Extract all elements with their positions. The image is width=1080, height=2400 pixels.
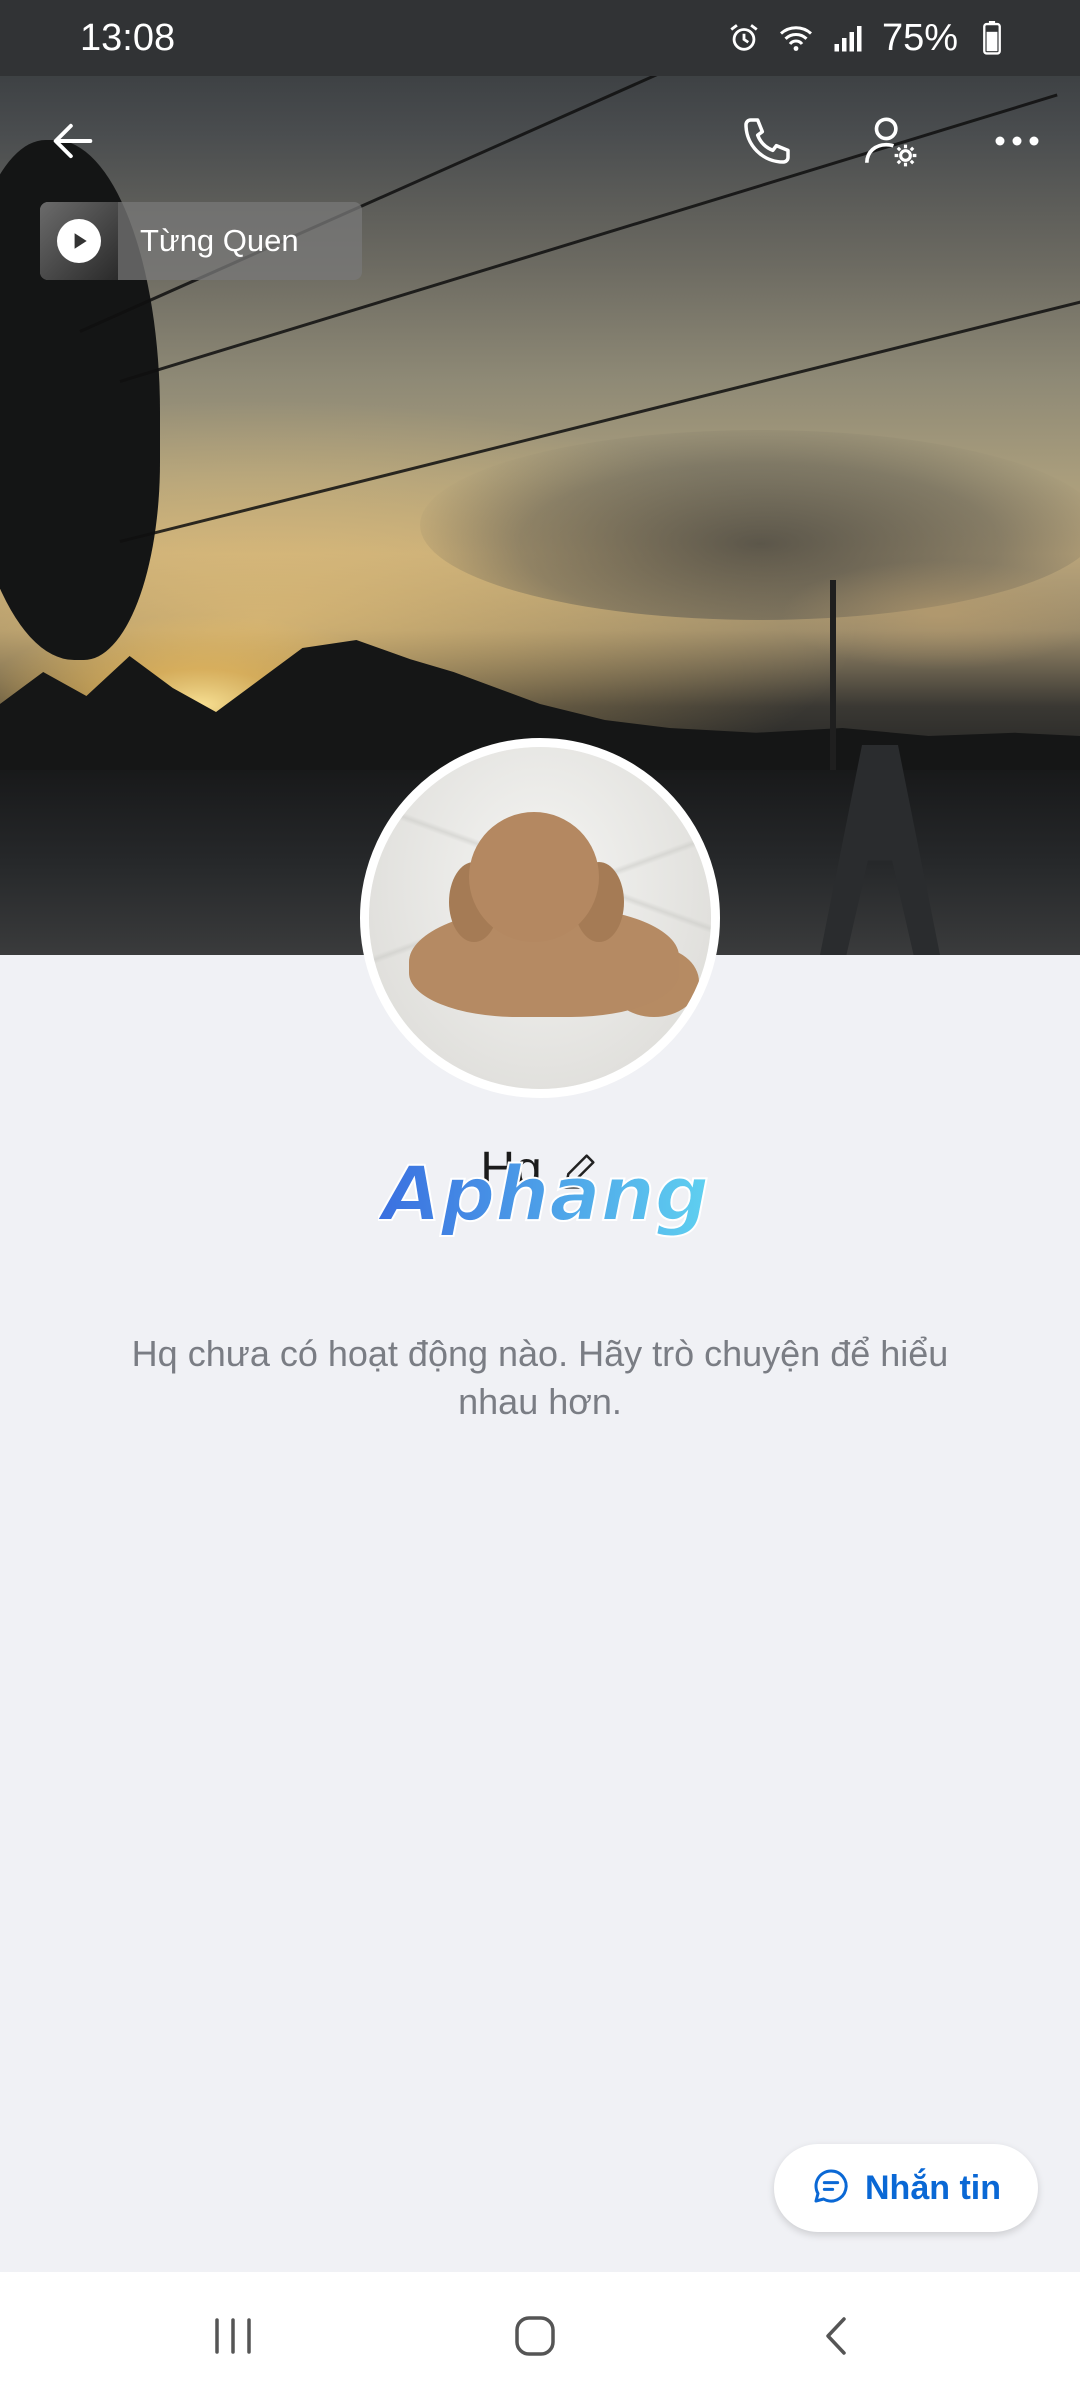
signal-icon <box>830 20 866 56</box>
watermark-text: Aphang <box>378 1150 708 1238</box>
status-bar: 13:08 75% <box>0 0 1080 76</box>
music-title: Từng Quen <box>140 223 299 258</box>
more-icon[interactable] <box>972 96 1062 186</box>
battery-percent: 75% <box>881 16 958 59</box>
play-icon[interactable] <box>57 219 101 263</box>
battery-icon <box>974 20 1010 56</box>
phone-icon[interactable] <box>722 96 812 186</box>
avatar-dog-head <box>469 812 599 942</box>
alarm-icon <box>726 20 762 56</box>
top-action-bar <box>0 96 1080 186</box>
home-icon[interactable] <box>490 2296 580 2376</box>
music-thumbnail <box>40 202 118 280</box>
chat-bubble-icon <box>811 2166 851 2211</box>
status-icons: 75% <box>726 17 1010 60</box>
empty-activity-message: Hq chưa có hoạt động nào. Hãy trò chuyện… <box>131 1333 949 1422</box>
profile-avatar[interactable] <box>360 738 720 1098</box>
watermark-logo: Aphang <box>378 1150 708 1239</box>
message-button[interactable]: Nhắn tin <box>774 2144 1038 2232</box>
user-settings-icon[interactable] <box>846 96 936 186</box>
back-icon[interactable] <box>792 2296 882 2376</box>
cover-pole <box>830 580 836 780</box>
message-button-label: Nhắn tin <box>865 2168 1001 2207</box>
system-nav-bar <box>0 2272 1080 2400</box>
profile-music-chip[interactable]: Từng Quen <box>40 202 362 280</box>
recents-icon[interactable] <box>188 2296 278 2376</box>
cover-wire <box>79 45 721 333</box>
back-arrow-icon[interactable] <box>28 96 118 186</box>
cover-clouds-lit <box>780 560 1080 670</box>
profile-screen: 13:08 75% Từng Quen Hq Aphang Hq chưa có… <box>0 0 1080 2400</box>
status-time: 13:08 <box>80 16 176 59</box>
wifi-icon <box>778 20 814 56</box>
